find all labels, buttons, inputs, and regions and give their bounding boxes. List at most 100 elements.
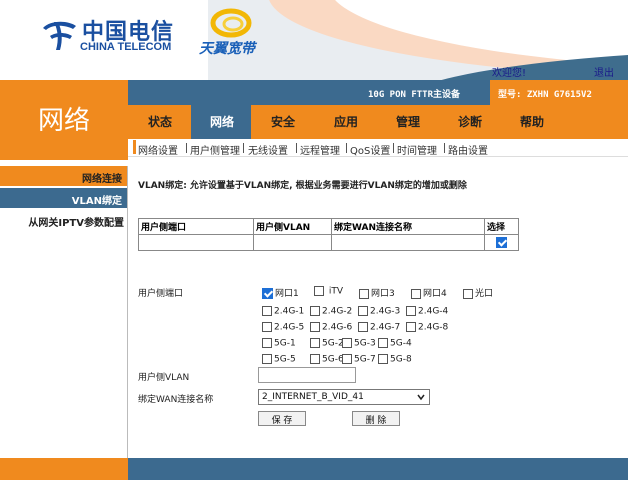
checkbox[interactable] [463, 288, 473, 299]
ssid-option[interactable]: 5G-7 [342, 354, 376, 365]
china-telecom-logo: 中国电信 CHINA TELECOM [40, 14, 180, 58]
tab-application[interactable]: 应用 [334, 113, 358, 130]
ssid-option[interactable]: 5G-1 [262, 338, 296, 349]
tab-help[interactable]: 帮助 [520, 113, 544, 130]
wan-select[interactable]: 2_INTERNET_B_VID_41 [258, 389, 430, 405]
side-menu: 网络连接 VLAN绑定 从网关IPTV参数配置 [0, 166, 128, 458]
ssid-option[interactable]: 5G-2 [310, 338, 344, 349]
ssid-option[interactable]: 5G-5 [262, 354, 296, 365]
port-option-label: 网口4 [423, 289, 447, 299]
checkbox[interactable] [411, 288, 421, 299]
save-button[interactable]: 保 存 [258, 411, 306, 426]
table-cell [331, 234, 485, 251]
port-option[interactable]: 网口1 [262, 286, 299, 299]
subnav-separator [186, 143, 187, 153]
port-label: 用户侧端口 [138, 289, 184, 299]
subnav-separator [296, 143, 297, 153]
table-row [138, 234, 519, 251]
checkbox[interactable] [262, 322, 272, 332]
vlan-input[interactable] [258, 367, 356, 383]
ssid-option[interactable]: 5G-3 [342, 338, 376, 349]
table-header-cell: 绑定WAN连接名称 [331, 218, 485, 235]
ssid-option[interactable]: 2.4G-5 [262, 322, 304, 333]
checkbox[interactable] [310, 338, 320, 348]
checkbox[interactable] [358, 322, 368, 332]
ssid-label: 5G-3 [354, 338, 376, 349]
side-item-iptv[interactable]: 从网关IPTV参数配置 [0, 210, 128, 230]
table-cell [138, 234, 254, 251]
checkbox[interactable] [262, 306, 272, 316]
logout-link[interactable]: 退出 [594, 64, 614, 79]
ssid-option[interactable]: 5G-6 [310, 354, 344, 365]
device-name: 10G PON FTTR主设备 [368, 90, 461, 100]
ssid-option[interactable]: 5G-8 [378, 354, 412, 365]
ssid-label: 2.4G-1 [274, 306, 305, 317]
side-item-vlan-binding[interactable]: VLAN绑定 [0, 188, 128, 208]
port-option-label: iTV [328, 286, 344, 297]
ssid-option[interactable]: 5G-4 [378, 338, 412, 349]
subnav-remote[interactable]: 远程管理 [300, 142, 340, 157]
ssid-option[interactable]: 2.4G-7 [358, 322, 400, 333]
checkbox[interactable] [310, 322, 320, 332]
ssid-label: 2.4G-6 [322, 322, 353, 333]
checkbox[interactable] [378, 354, 388, 364]
delete-button[interactable]: 删 除 [352, 411, 400, 426]
tab-status[interactable]: 状态 [148, 113, 172, 130]
ssid-label: 5G-1 [274, 338, 296, 349]
port-option[interactable]: 网口3 [359, 286, 395, 299]
subnav-time[interactable]: 时间管理 [397, 142, 437, 157]
ssid-option[interactable]: 2.4G-3 [358, 306, 400, 317]
subnav-routing[interactable]: 路由设置 [448, 142, 488, 157]
subnav-network-settings[interactable]: 网络设置 [138, 142, 178, 157]
side-item-network-connection[interactable]: 网络连接 [0, 166, 128, 186]
tab-diagnosis[interactable]: 诊断 [458, 113, 482, 130]
ssid-label: 2.4G-3 [370, 306, 401, 317]
footer-right [128, 458, 628, 480]
row-select-checkbox[interactable] [496, 237, 507, 248]
subnav-separator [346, 143, 347, 153]
table-header-cell: 选择 [484, 218, 519, 235]
subnav-user-side[interactable]: 用户侧管理 [190, 142, 240, 157]
content-area: VLAN绑定: 允许设置基于VLAN绑定, 根据业务需要进行VLAN绑定的增加或… [128, 158, 628, 458]
subnav-separator [393, 143, 394, 153]
checkbox[interactable] [342, 354, 352, 364]
ssid-label: 5G-4 [390, 338, 412, 349]
welcome-text: 欢迎您! [492, 68, 527, 79]
checkbox[interactable] [262, 354, 272, 364]
ssid-option[interactable]: 2.4G-8 [406, 322, 448, 333]
ssid-label: 5G-2 [322, 338, 344, 349]
port-option[interactable]: 网口4 [411, 286, 447, 299]
port-option[interactable]: iTV [314, 286, 343, 297]
checkbox[interactable] [358, 306, 368, 316]
ssid-option[interactable]: 2.4G-6 [310, 322, 352, 333]
tab-security[interactable]: 安全 [271, 113, 295, 130]
section-header: 网络 [0, 80, 128, 160]
ssid-option[interactable]: 2.4G-4 [406, 306, 448, 317]
subnav-qos[interactable]: QoS设置 [350, 142, 390, 157]
checkbox[interactable] [310, 354, 320, 364]
device-info-bar: 10G PON FTTR主设备 型号: ZXHN G7615V2 [128, 80, 628, 105]
checkbox[interactable] [314, 286, 324, 296]
tab-management[interactable]: 管理 [396, 113, 420, 130]
ssid-option[interactable]: 2.4G-1 [262, 306, 304, 317]
wan-select-value: 2_INTERNET_B_VID_41 [262, 392, 364, 402]
checkbox[interactable] [406, 306, 416, 316]
checkbox[interactable] [359, 288, 369, 299]
checkbox[interactable] [310, 306, 320, 316]
checkbox[interactable] [378, 338, 388, 348]
ssid-label: 2.4G-5 [274, 322, 305, 333]
checkbox[interactable] [342, 338, 352, 348]
checkbox[interactable] [406, 322, 416, 332]
ssid-label: 2.4G-2 [322, 306, 353, 317]
port-option[interactable]: 光口 [463, 286, 493, 299]
ssid-label: 2.4G-7 [370, 322, 401, 333]
ssid-option[interactable]: 2.4G-2 [310, 306, 352, 317]
checkbox[interactable] [262, 338, 272, 348]
checkbox[interactable] [262, 288, 273, 299]
header: 中国电信 CHINA TELECOM 天翼宽带 欢迎您! 退出 [0, 0, 628, 80]
tab-network[interactable]: 网络 [210, 113, 234, 130]
ssid-label: 5G-5 [274, 354, 296, 365]
port-option-label: 光口 [475, 289, 494, 299]
ssid-label: 5G-7 [354, 354, 376, 365]
subnav-wireless[interactable]: 无线设置 [248, 142, 288, 157]
